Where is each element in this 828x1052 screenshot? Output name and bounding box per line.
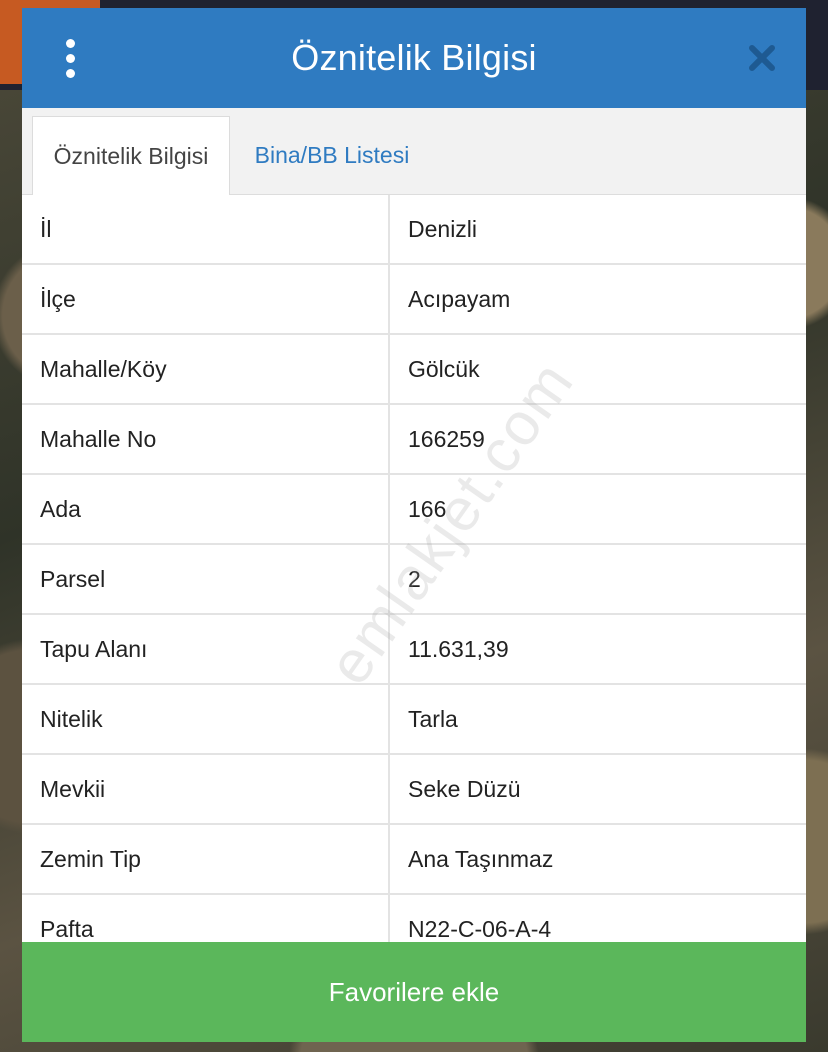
attribute-value: 11.631,39 [408,635,509,662]
table-row: Zemin Tip Ana Taşınmaz [22,825,806,895]
modal-header: Öznitelik Bilgisi [22,8,806,108]
tab-building-list[interactable]: Bina/BB Listesi [242,116,422,194]
table-row: Nitelik Tarla [22,685,806,755]
attribute-value: Gölcük [408,355,480,382]
attribute-key: Mahalle No [22,405,390,473]
table-row: İl Denizli [22,195,806,265]
attribute-value: Acıpayam [408,285,511,312]
table-row: İlçe Acıpayam [22,265,806,335]
attribute-value: 2 [408,565,421,592]
menu-dot [65,68,75,78]
table-row: Mevkii Seke Düzü [22,755,806,825]
table-row: Tapu Alanı 11.631,39 [22,615,806,685]
table-row: Parsel 2 [22,545,806,615]
attribute-key: Parsel [22,545,390,613]
attribute-table: İl Denizli İlçe Acıpayam Mahalle/Köy Gölcük Ma… [22,195,806,965]
close-icon[interactable] [742,38,782,78]
menu-dot [65,53,75,63]
attribute-key: İlçe [22,265,390,333]
add-to-favorites-button[interactable]: Favorilere ekle [22,942,806,1042]
attribute-key: Zemin Tip [22,825,390,893]
attribute-key: Mahalle/Köy [22,335,390,403]
attribute-value: Denizli [408,215,478,242]
modal-title: Öznitelik Bilgisi [291,37,537,78]
menu-dot [65,38,75,48]
attribute-value: Tarla [408,705,458,732]
attribute-value: Ana Taşınmaz [408,845,554,872]
table-row: Mahalle No 166259 [22,405,806,475]
attribute-value: 166 [408,495,447,522]
tab-bar: Öznitelik Bilgisi Bina/BB Listesi [22,108,806,195]
tab-attribute-info[interactable]: Öznitelik Bilgisi [32,116,230,195]
attribute-key: Mevkii [22,755,390,823]
attribute-key: Ada [22,475,390,543]
table-row: Mahalle/Köy Gölcük [22,335,806,405]
table-row: Ada 166 [22,475,806,545]
attribute-value: Seke Düzü [408,775,521,802]
attribute-value: 166259 [408,425,485,452]
attribute-info-modal: Öznitelik Bilgisi Öznitelik Bilgisi Bina… [22,8,806,1042]
attribute-key: Tapu Alanı [22,615,390,683]
vertical-ellipsis-icon[interactable] [52,38,88,78]
attribute-key: İl [22,195,390,263]
attribute-key: Nitelik [22,685,390,753]
